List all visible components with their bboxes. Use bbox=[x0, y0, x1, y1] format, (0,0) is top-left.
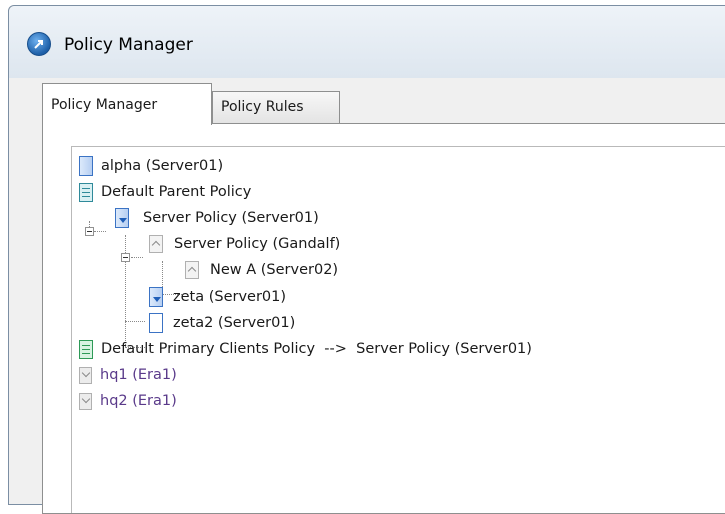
tree-item-default-primary-clients-policy[interactable]: Default Primary Clients Policy --> Serve… bbox=[79, 336, 532, 362]
tab-policy-manager[interactable]: Policy Manager bbox=[42, 83, 212, 125]
tree-item-server-policy-server01[interactable]: Server Policy (Server01) bbox=[115, 205, 319, 231]
collapse-toggle-server-policy-gandalf[interactable] bbox=[121, 253, 130, 262]
tree-item-label: Default Primary Clients Policy --> Serve… bbox=[101, 341, 532, 357]
tree-item-label: Server Policy (Gandalf) bbox=[174, 236, 341, 252]
tree-item-label: zeta2 (Server01) bbox=[173, 315, 296, 331]
tree-item-zeta[interactable]: zeta (Server01) bbox=[149, 284, 286, 310]
tree-item-hq2[interactable]: hq2 (Era1) bbox=[79, 388, 177, 414]
policy-doc-blue-icon bbox=[79, 156, 93, 176]
tree-connector bbox=[125, 235, 126, 347]
policy-doc-up-grey-icon bbox=[185, 261, 199, 279]
policy-doc-green-icon bbox=[79, 339, 93, 359]
tree-item-label: Default Parent Policy bbox=[101, 184, 252, 200]
tree-item-label: New A (Server02) bbox=[210, 262, 339, 278]
collapse-toggle-server-policy-server01[interactable] bbox=[85, 227, 94, 236]
tree-item-server-policy-gandalf[interactable]: Server Policy (Gandalf) bbox=[149, 231, 340, 257]
tree-item-label: zeta (Server01) bbox=[173, 289, 287, 305]
policy-doc-down-grey-icon bbox=[79, 366, 92, 384]
tree-item-zeta2[interactable]: zeta2 (Server01) bbox=[149, 310, 295, 336]
tree-item-new-a[interactable]: New A (Server02) bbox=[185, 257, 338, 283]
tree-connector bbox=[125, 321, 145, 322]
title-bar: Policy Manager bbox=[9, 6, 725, 78]
policy-doc-parent-icon bbox=[79, 182, 93, 202]
tree-item-label: alpha (Server01) bbox=[101, 158, 224, 174]
policy-doc-down-arrow-icon bbox=[149, 287, 163, 307]
policy-manager-app-icon bbox=[27, 32, 51, 56]
tree-item-label: Server Policy (Server01) bbox=[143, 210, 319, 226]
window-title: Policy Manager bbox=[64, 35, 193, 55]
policy-manager-window: Policy Manager Policy Manager Policy Rul… bbox=[8, 5, 725, 514]
tree-item-alpha[interactable]: alpha (Server01) bbox=[79, 153, 223, 179]
policy-doc-down-arrow-icon bbox=[115, 208, 129, 228]
tree-connector bbox=[131, 257, 143, 258]
tree-item-label: hq2 (Era1) bbox=[100, 393, 177, 409]
policy-doc-down-grey-icon bbox=[79, 392, 92, 410]
tab-strip: Policy Manager Policy Rules bbox=[42, 83, 725, 125]
tree-connector bbox=[94, 231, 106, 232]
tab-policy-rules[interactable]: Policy Rules bbox=[212, 91, 340, 123]
policy-manager-panel: alpha (Server01) Default Parent Policy S… bbox=[42, 123, 725, 514]
policy-doc-outline-icon bbox=[149, 313, 163, 333]
tree-item-label: hq1 (Era1) bbox=[100, 367, 177, 383]
tree-item-hq1[interactable]: hq1 (Era1) bbox=[79, 362, 177, 388]
tree-item-default-parent-policy[interactable]: Default Parent Policy bbox=[79, 179, 251, 205]
policy-tree[interactable]: alpha (Server01) Default Parent Policy S… bbox=[71, 146, 725, 513]
policy-doc-up-grey-icon bbox=[149, 235, 163, 253]
